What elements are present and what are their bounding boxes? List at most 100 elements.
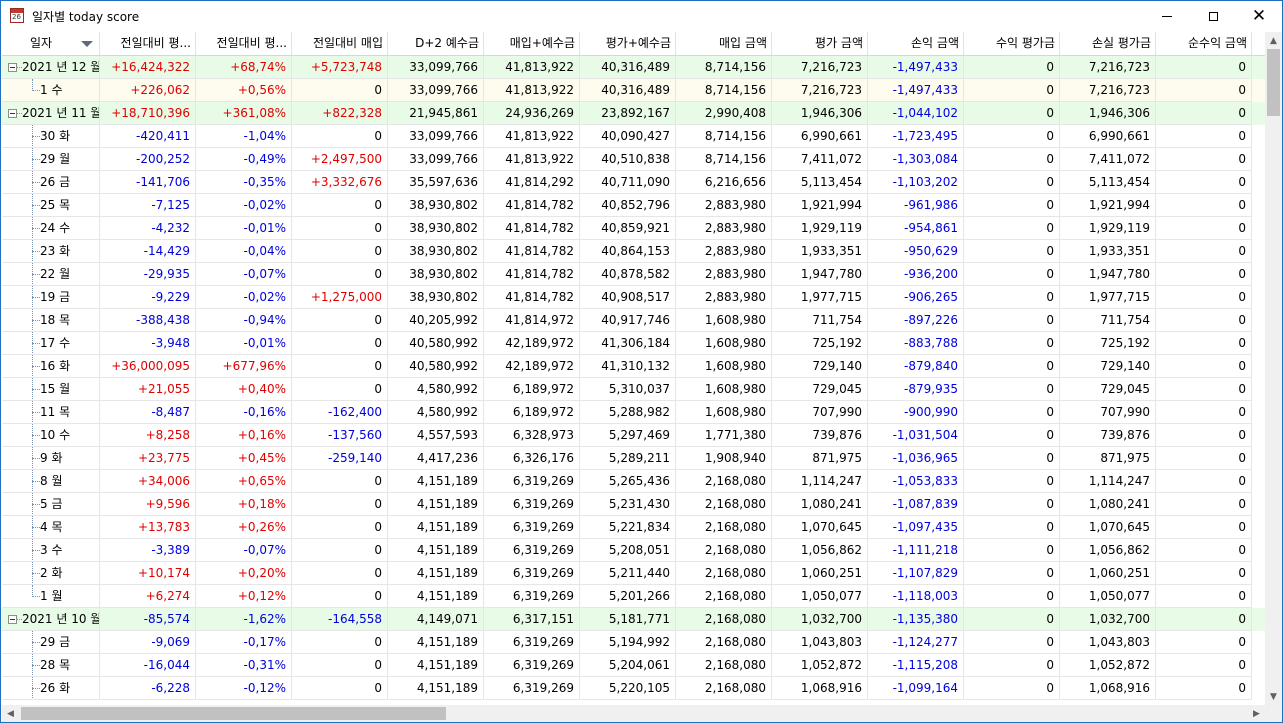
data-grid[interactable]: 일자 전일대비 평... 전일대비 평... 전일대비 매입 D+2 예수금 매입+예수금…: [2, 32, 1265, 705]
table-row[interactable]: 1 수 +226,062 +0,56% 0 33,099,766 41,813,922 40…: [2, 79, 1265, 102]
column-header[interactable]: 순수익 금액: [1156, 32, 1252, 55]
tree-branch-icon: [32, 573, 40, 574]
table-row[interactable]: 25 목 -7,125 -0,02% 0 38,930,802 41,814,782 40,…: [2, 194, 1265, 217]
date-cell[interactable]: 10 수: [2, 424, 100, 447]
date-cell[interactable]: 24 수: [2, 217, 100, 240]
tree-branch-icon: [32, 343, 40, 344]
date-cell[interactable]: 16 화: [2, 355, 100, 378]
value-cell: -0,94%: [196, 309, 292, 332]
table-row[interactable]: 10 수 +8,258 +0,16% -137,560 4,557,593 6,328,9…: [2, 424, 1265, 447]
table-row[interactable]: 2 화 +10,174 +0,20% 0 4,151,189 6,319,269 5,211…: [2, 562, 1265, 585]
value-cell: 1,946,306: [772, 102, 868, 125]
date-cell[interactable]: 9 화: [2, 447, 100, 470]
table-row[interactable]: 26 화 -6,228 -0,12% 0 4,151,189 6,319,269 5,220…: [2, 677, 1265, 700]
date-cell[interactable]: 29 월: [2, 148, 100, 171]
scroll-down-icon[interactable]: ▼: [1265, 688, 1282, 705]
table-row[interactable]: 9 화 +23,775 +0,45% -259,140 4,417,236 6,326,1…: [2, 447, 1265, 470]
scroll-left-icon[interactable]: ◀: [2, 705, 19, 722]
date-cell[interactable]: 15 월: [2, 378, 100, 401]
column-header[interactable]: D+2 예수금: [388, 32, 484, 55]
date-cell[interactable]: 23 화: [2, 240, 100, 263]
value-cell: +0,12%: [196, 585, 292, 608]
table-row[interactable]: 4 목 +13,783 +0,26% 0 4,151,189 6,319,269 5,221…: [2, 516, 1265, 539]
table-row[interactable]: 28 목 -16,044 -0,31% 0 4,151,189 6,319,269 5,20…: [2, 654, 1265, 677]
column-header-label: D+2 예수금: [415, 36, 479, 50]
date-cell[interactable]: 19 금: [2, 286, 100, 309]
date-cell[interactable]: 1 월: [2, 585, 100, 608]
minimize-button[interactable]: [1144, 1, 1190, 31]
table-row[interactable]: 11 목 -8,487 -0,16% -162,400 4,580,992 6,189,9…: [2, 401, 1265, 424]
column-header[interactable]: 전일대비 평...: [196, 32, 292, 55]
group-row[interactable]: 2021 년 10 월 -85,574 -1,62% -164,558 4,149,07…: [2, 608, 1265, 631]
date-cell[interactable]: 29 금: [2, 631, 100, 654]
column-header[interactable]: 손익 금액: [868, 32, 964, 55]
value-cell: -900,990: [868, 401, 964, 424]
table-row[interactable]: 29 금 -9,069 -0,17% 0 4,151,189 6,319,269 5,194…: [2, 631, 1265, 654]
date-cell[interactable]: 1 수: [2, 79, 100, 102]
horizontal-scroll-thumb[interactable]: [21, 707, 446, 720]
table-row[interactable]: 16 화 +36,000,095 +677,96% 0 40,580,992 42,189…: [2, 355, 1265, 378]
horizontal-scrollbar[interactable]: ◀ ▶: [2, 705, 1265, 722]
date-cell[interactable]: 5 금: [2, 493, 100, 516]
group-row[interactable]: 2021 년 11 월 +18,710,396 +361,08% +822,328 21…: [2, 102, 1265, 125]
date-cell[interactable]: 2021 년 12 월: [2, 56, 100, 79]
table-row[interactable]: 26 금 -141,706 -0,35% +3,332,676 35,597,636 41…: [2, 171, 1265, 194]
close-button[interactable]: ✕: [1236, 1, 1282, 31]
vertical-scroll-thumb[interactable]: [1267, 49, 1280, 116]
date-cell[interactable]: 2021 년 10 월: [2, 608, 100, 631]
title-bar[interactable]: 일자별 today score ✕: [1, 1, 1282, 31]
value-cell: -141,706: [100, 171, 196, 194]
date-cell[interactable]: 2021 년 11 월: [2, 102, 100, 125]
table-row[interactable]: 18 목 -388,438 -0,94% 0 40,205,992 41,814,972 4…: [2, 309, 1265, 332]
column-header[interactable]: 일자: [2, 32, 100, 55]
column-header[interactable]: 매입+예수금: [484, 32, 580, 55]
value-cell: 1,921,994: [772, 194, 868, 217]
table-row[interactable]: 19 금 -9,229 -0,02% +1,275,000 38,930,802 41,8…: [2, 286, 1265, 309]
date-cell[interactable]: 11 목: [2, 401, 100, 424]
table-row[interactable]: 22 월 -29,935 -0,07% 0 38,930,802 41,814,782 40…: [2, 263, 1265, 286]
column-header[interactable]: 전일대비 매입: [292, 32, 388, 55]
date-cell[interactable]: 8 월: [2, 470, 100, 493]
value-cell: 1,080,241: [1060, 493, 1156, 516]
value-cell: 41,813,922: [484, 125, 580, 148]
date-cell[interactable]: 26 금: [2, 171, 100, 194]
table-row[interactable]: 29 월 -200,252 -0,49% +2,497,500 33,099,766 41…: [2, 148, 1265, 171]
table-row[interactable]: 8 월 +34,006 +0,65% 0 4,151,189 6,319,269 5,265…: [2, 470, 1265, 493]
date-cell[interactable]: 30 화: [2, 125, 100, 148]
scroll-up-icon[interactable]: ▲: [1265, 32, 1282, 49]
value-cell: 21,945,861: [388, 102, 484, 125]
table-row[interactable]: 30 화 -420,411 -1,04% 0 33,099,766 41,813,922 4…: [2, 125, 1265, 148]
column-header[interactable]: 매입 금액: [676, 32, 772, 55]
date-cell[interactable]: 17 수: [2, 332, 100, 355]
group-row[interactable]: 2021 년 12 월 +16,424,322 +68,74% +5,723,748 3…: [2, 56, 1265, 79]
table-row[interactable]: 23 화 -14,429 -0,04% 0 38,930,802 41,814,782 40…: [2, 240, 1265, 263]
date-cell[interactable]: 28 목: [2, 654, 100, 677]
column-header[interactable]: 평가 금액: [772, 32, 868, 55]
scroll-right-icon[interactable]: ▶: [1248, 705, 1265, 722]
column-header[interactable]: 전일대비 평...: [100, 32, 196, 55]
table-row[interactable]: 17 수 -3,948 -0,01% 0 40,580,992 42,189,972 41,…: [2, 332, 1265, 355]
sort-desc-icon[interactable]: [81, 41, 93, 47]
date-cell[interactable]: 26 화: [2, 677, 100, 700]
maximize-button[interactable]: [1190, 1, 1236, 31]
value-cell: 0: [292, 79, 388, 102]
table-row[interactable]: 3 수 -3,389 -0,07% 0 4,151,189 6,319,269 5,208,…: [2, 539, 1265, 562]
column-header[interactable]: 평가+예수금: [580, 32, 676, 55]
table-row[interactable]: 15 월 +21,055 +0,40% 0 4,580,992 6,189,972 5,31…: [2, 378, 1265, 401]
value-cell: 2,883,980: [676, 286, 772, 309]
date-cell[interactable]: 3 수: [2, 539, 100, 562]
date-cell[interactable]: 4 목: [2, 516, 100, 539]
table-row[interactable]: 1 월 +6,274 +0,12% 0 4,151,189 6,319,269 5,201,…: [2, 585, 1265, 608]
table-row[interactable]: 24 수 -4,232 -0,01% 0 38,930,802 41,814,782 40,…: [2, 217, 1265, 240]
column-header[interactable]: 손실 평가금: [1060, 32, 1156, 55]
date-cell[interactable]: 2 화: [2, 562, 100, 585]
value-cell: -1,103,202: [868, 171, 964, 194]
date-cell[interactable]: 25 목: [2, 194, 100, 217]
tree-branch-icon: [32, 642, 40, 643]
date-cell[interactable]: 22 월: [2, 263, 100, 286]
table-row[interactable]: 5 금 +9,596 +0,18% 0 4,151,189 6,319,269 5,231,…: [2, 493, 1265, 516]
column-header[interactable]: 수익 평가금: [964, 32, 1060, 55]
vertical-scrollbar[interactable]: ▲ ▼: [1265, 32, 1282, 705]
column-header-label: 평가+예수금: [605, 36, 671, 50]
date-cell[interactable]: 18 목: [2, 309, 100, 332]
